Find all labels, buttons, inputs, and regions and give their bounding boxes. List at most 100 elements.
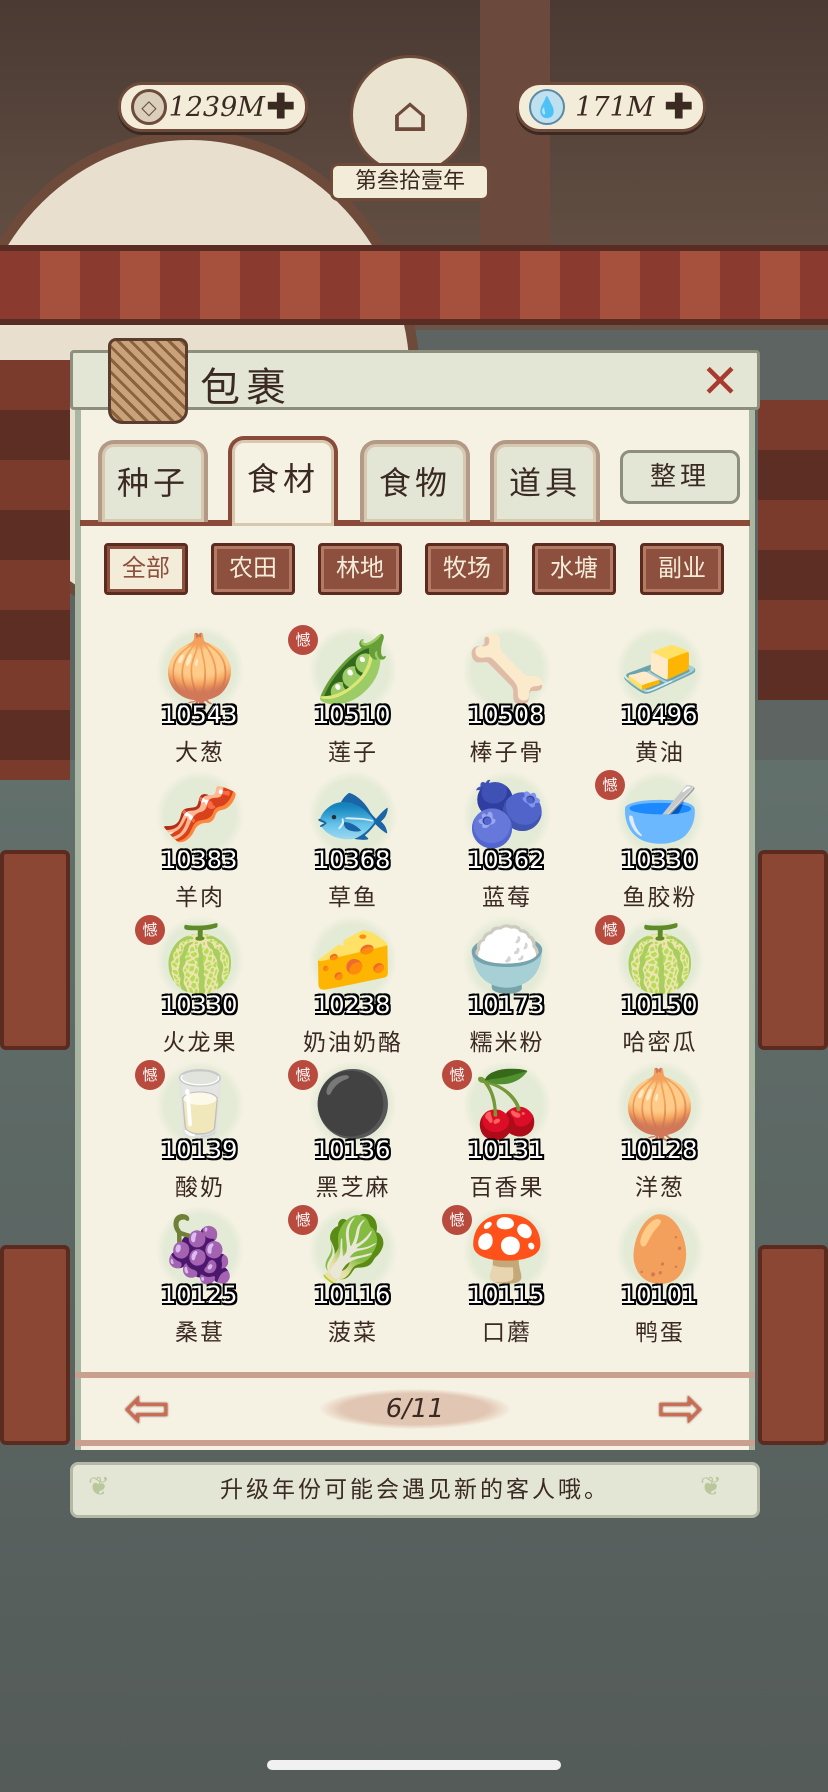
new-badge: 憾 bbox=[595, 770, 625, 800]
inventory-item[interactable]: 🦴 10508 棒子骨 bbox=[432, 625, 582, 770]
item-name: 酸奶 bbox=[175, 1175, 225, 1201]
decor-tile-left bbox=[0, 850, 70, 1050]
item-name: 糯米粉 bbox=[469, 1030, 545, 1056]
next-page-arrow-icon[interactable]: ⇨ bbox=[646, 1381, 716, 1437]
item-count: 10368 bbox=[314, 846, 391, 874]
pager-divider-bottom bbox=[75, 1440, 755, 1446]
item-count: 10115 bbox=[468, 1281, 545, 1309]
new-badge: 憾 bbox=[442, 1205, 472, 1235]
item-count: 10150 bbox=[621, 991, 698, 1019]
new-badge: 憾 bbox=[288, 1205, 318, 1235]
prev-page-arrow-icon[interactable]: ⇦ bbox=[112, 1381, 182, 1437]
inventory-item[interactable]: 🍈 憾 10150 哈密瓜 bbox=[585, 915, 735, 1060]
page-indicator: 6/11 bbox=[320, 1389, 510, 1429]
inventory-item[interactable]: 🥓 10383 羊肉 bbox=[125, 770, 275, 915]
item-count: 10116 bbox=[314, 1281, 391, 1309]
inventory-item[interactable]: 🍒 憾 10131 百香果 bbox=[432, 1060, 582, 1205]
item-count: 10139 bbox=[161, 1136, 238, 1164]
inventory-item[interactable]: 🧅 10543 大葱 bbox=[125, 625, 275, 770]
item-name: 黄油 bbox=[635, 740, 685, 766]
inventory-item[interactable]: 🫐 10362 蓝莓 bbox=[432, 770, 582, 915]
item-count: 10510 bbox=[314, 701, 391, 729]
item-name: 口蘑 bbox=[482, 1320, 532, 1346]
filter-woodland[interactable]: 林地 bbox=[318, 543, 402, 595]
item-count: 10330 bbox=[161, 991, 238, 1019]
inventory-item[interactable]: 🧀 10238 奶油奶酪 bbox=[278, 915, 428, 1060]
coin-icon: ◇ bbox=[131, 89, 167, 125]
item-count: 10173 bbox=[468, 991, 545, 1019]
item-name: 鸭蛋 bbox=[635, 1320, 685, 1346]
inventory-item[interactable]: 🍄 憾 10115 口蘑 bbox=[432, 1205, 582, 1350]
item-name: 火龙果 bbox=[162, 1030, 238, 1056]
new-badge: 憾 bbox=[288, 1060, 318, 1090]
inventory-item[interactable]: 🧈 10496 黄油 bbox=[585, 625, 735, 770]
add-coins-button[interactable]: ✚ bbox=[267, 90, 296, 124]
sort-button[interactable]: 整理 bbox=[620, 450, 740, 504]
ginkgo-leaf-icon: ❦ bbox=[88, 1472, 110, 1502]
decor-tile-left-lower bbox=[0, 1245, 70, 1445]
home-indicator[interactable] bbox=[267, 1760, 561, 1770]
item-count: 10125 bbox=[161, 1281, 238, 1309]
year-badge[interactable]: ⌂ 第叁拾壹年 bbox=[330, 55, 490, 201]
item-name: 洋葱 bbox=[635, 1175, 685, 1201]
item-name: 莲子 bbox=[328, 740, 378, 766]
ginkgo-leaf-icon: ❦ bbox=[700, 1472, 722, 1502]
item-name: 棒子骨 bbox=[469, 740, 545, 766]
inventory-item[interactable]: 🐟 10368 草鱼 bbox=[278, 770, 428, 915]
tab-food[interactable]: 食物 bbox=[360, 440, 470, 522]
item-count: 10238 bbox=[314, 991, 391, 1019]
inventory-item[interactable]: 🥬 憾 10116 菠菜 bbox=[278, 1205, 428, 1350]
new-badge: 憾 bbox=[135, 915, 165, 945]
item-name: 百香果 bbox=[469, 1175, 545, 1201]
decor-tile-right-lower bbox=[758, 1245, 828, 1445]
inventory-item[interactable]: 🥛 憾 10139 酸奶 bbox=[125, 1060, 275, 1205]
item-count: 10128 bbox=[621, 1136, 698, 1164]
item-name: 黑芝麻 bbox=[315, 1175, 391, 1201]
pager-divider-top bbox=[75, 1372, 755, 1378]
year-label: 第叁拾壹年 bbox=[330, 163, 490, 201]
new-badge: 憾 bbox=[288, 625, 318, 655]
inventory-item[interactable]: 🫛 憾 10510 莲子 bbox=[278, 625, 428, 770]
filter-sideline[interactable]: 副业 bbox=[640, 543, 724, 595]
item-name: 草鱼 bbox=[328, 885, 378, 911]
item-count: 10330 bbox=[621, 846, 698, 874]
inventory-item[interactable]: 🧅 10128 洋葱 bbox=[585, 1060, 735, 1205]
item-count: 10131 bbox=[468, 1136, 545, 1164]
item-count: 10508 bbox=[468, 701, 545, 729]
coin-value: 1239M bbox=[168, 91, 265, 123]
tab-seeds[interactable]: 种子 bbox=[98, 440, 208, 522]
item-count: 10383 bbox=[161, 846, 238, 874]
inventory-item[interactable]: 🍇 10125 桑葚 bbox=[125, 1205, 275, 1350]
inventory-item[interactable]: ⚫ 憾 10136 黑芝麻 bbox=[278, 1060, 428, 1205]
decor-tile-right bbox=[758, 850, 828, 1050]
tab-tools[interactable]: 道具 bbox=[490, 440, 600, 522]
water-counter[interactable]: 💧 171M ✚ bbox=[516, 82, 706, 132]
house-icon: ⌂ bbox=[350, 55, 470, 175]
filter-ranch[interactable]: 牧场 bbox=[425, 543, 509, 595]
add-water-button[interactable]: ✚ bbox=[665, 90, 694, 124]
water-drop-icon: 💧 bbox=[529, 89, 565, 125]
inventory-item[interactable]: 🥚 10101 鸭蛋 bbox=[585, 1205, 735, 1350]
item-count: 10543 bbox=[161, 701, 238, 729]
mural-right bbox=[758, 400, 828, 700]
new-badge: 憾 bbox=[135, 1060, 165, 1090]
water-value: 171M bbox=[575, 91, 655, 123]
close-button[interactable]: ✕ bbox=[695, 356, 745, 406]
mural-left bbox=[0, 360, 70, 780]
item-count: 10101 bbox=[621, 1281, 698, 1309]
item-count: 10496 bbox=[621, 701, 698, 729]
filter-all[interactable]: 全部 bbox=[104, 543, 188, 595]
inventory-item[interactable]: 🍈 憾 10330 火龙果 bbox=[125, 915, 275, 1060]
filter-farmland[interactable]: 农田 bbox=[211, 543, 295, 595]
tab-ingredients[interactable]: 食材 bbox=[228, 436, 338, 526]
item-name: 大葱 bbox=[175, 740, 225, 766]
panel-title: 包裹 bbox=[200, 365, 292, 411]
item-name: 菠菜 bbox=[328, 1320, 378, 1346]
inventory-item[interactable]: 🥣 憾 10330 鱼胶粉 bbox=[585, 770, 735, 915]
inventory-item[interactable]: 🍚 10173 糯米粉 bbox=[432, 915, 582, 1060]
new-badge: 憾 bbox=[595, 915, 625, 945]
filter-pond[interactable]: 水塘 bbox=[532, 543, 616, 595]
basket-icon bbox=[108, 338, 188, 424]
coin-counter[interactable]: ◇ 1239M ✚ bbox=[118, 82, 308, 132]
item-name: 哈密瓜 bbox=[622, 1030, 698, 1056]
